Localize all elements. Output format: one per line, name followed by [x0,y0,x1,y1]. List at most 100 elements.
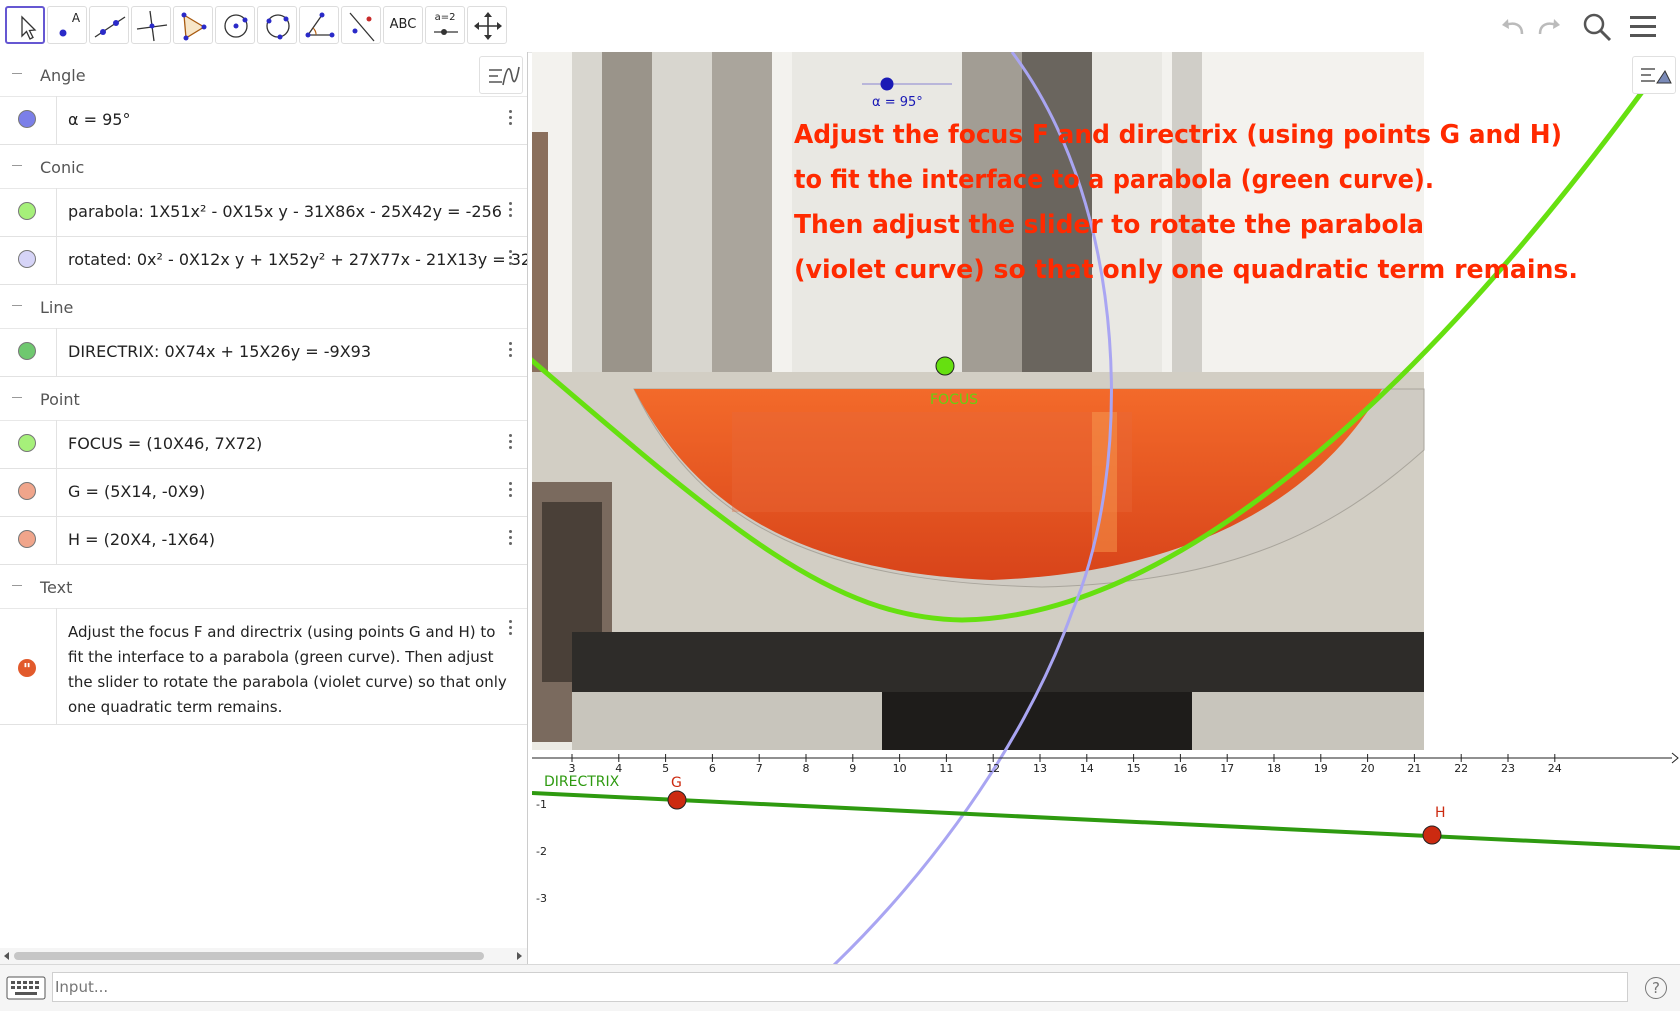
quote-text-icon[interactable]: " [17,658,37,678]
reflect-line-icon [349,12,375,42]
redo-button[interactable] [1532,10,1566,44]
x-axis-tick-label: 23 [1501,762,1515,775]
point-h[interactable] [1422,825,1442,845]
text-tool-button[interactable]: ABC [383,6,423,44]
line-tool-button[interactable] [89,6,129,44]
undo-button[interactable] [1496,10,1530,44]
line-icon [94,16,126,38]
x-axis-tick-label: 22 [1454,762,1468,775]
more-options-icon[interactable] [508,620,514,638]
group-header-conic[interactable]: Conic [0,144,527,189]
point-g[interactable] [667,790,687,810]
visibility-toggle-h[interactable] [18,530,36,548]
group-header-angle[interactable]: Angle [0,52,527,97]
scroll-right-icon[interactable] [515,952,523,960]
visibility-toggle-rotated[interactable] [18,250,36,268]
scroll-left-icon[interactable] [3,952,11,960]
undo-icon [1502,19,1524,35]
visibility-toggle-focus[interactable] [18,434,36,452]
focus-point[interactable] [935,356,955,376]
angle-slider-label: α = 95° [872,95,923,110]
algebra-row-h[interactable]: H = (20X4, -1X64) [0,516,527,565]
circle-center-tool-button[interactable] [215,6,255,44]
text-line: fit the interface to a parabola (green c… [68,648,494,666]
algebra-row-focus[interactable]: FOCUS = (10X46, 7X72) [0,420,527,469]
algebra-horizontal-scrollbar[interactable] [0,948,527,964]
more-options-icon[interactable] [508,482,514,500]
expr-h[interactable]: H = (20X4, -1X64) [68,530,215,549]
graphics-style-bar-button[interactable] [1632,56,1676,94]
x-axis-tick-label: 12 [986,762,1000,775]
input-bar: ? [0,964,1680,1011]
focus-label: FOCUS [930,392,978,408]
input-field[interactable] [52,972,1628,1002]
circle-three-points-tool-button[interactable] [257,6,297,44]
x-axis-tick-label: 9 [849,762,856,775]
group-header-line[interactable]: Line [0,284,527,329]
expr-alpha[interactable]: α = 95° [68,110,130,129]
more-options-icon[interactable] [508,434,514,452]
visibility-toggle-g[interactable] [18,482,36,500]
angle-slider-handle[interactable] [880,77,894,91]
move-tool-button[interactable] [5,6,45,44]
x-axis-tick-label: 5 [662,762,669,775]
x-axis-tick-label: 14 [1080,762,1094,775]
more-options-icon[interactable] [508,202,514,220]
point-h-label: H [1435,805,1446,821]
algebra-row-text[interactable]: " Adjust the focus F and directrix (usin… [0,608,527,725]
more-options-icon[interactable] [508,530,514,548]
more-options-icon[interactable] [508,342,514,360]
main-menu-button[interactable] [1626,10,1660,44]
x-axis-tick-label: 11 [939,762,953,775]
graphics-canvas[interactable]: 3 4 5 6 7 8 9 10 11 12 13 14 15 16 17 18 19 20 21 22 23 24 -1… [532,52,1680,964]
svg-text:": " [23,660,31,678]
instruction-line: to fit the interface to a parabola (gree… [794,165,1434,195]
directrix-label: DIRECTRIX [544,774,620,790]
visibility-toggle-directrix[interactable] [18,342,36,360]
expr-rotated[interactable]: rotated: 0x² - 0X12x y + 1X52y² + 27X77x… [68,250,527,269]
expr-directrix[interactable]: DIRECTRIX: 0X74x + 15X26y = -9X93 [68,342,371,361]
graphics-view[interactable]: 3 4 5 6 7 8 9 10 11 12 13 14 15 16 17 18 19 20 21 22 23 24 -1… [532,52,1680,964]
expr-focus[interactable]: FOCUS = (10X46, 7X72) [68,434,262,453]
algebra-row-alpha[interactable]: α = 95° [0,96,527,145]
group-header-text[interactable]: Text [0,564,527,609]
visibility-toggle-alpha[interactable] [18,110,36,128]
more-options-icon[interactable] [508,110,514,128]
group-label-point: Point [40,390,80,409]
slider-tool-button[interactable]: a=2 [425,6,465,44]
triangle-icon [181,12,207,41]
polygon-tool-button[interactable] [173,6,213,44]
row-marble-column [0,328,57,376]
keyboard-icon[interactable] [6,976,46,1000]
row-marble-column [0,188,57,236]
x-axis-tick-label: 18 [1267,762,1281,775]
scrollbar-thumb[interactable] [14,952,484,960]
search-button[interactable] [1580,10,1614,44]
help-button[interactable]: ? [1645,977,1667,999]
y-axis-tick-label: -1 [536,798,547,811]
algebra-row-parabola[interactable]: parabola: 1X51x² - 0X15x y - 31X86x - 25… [0,188,527,237]
perpendicular-line-tool-button[interactable] [131,6,171,44]
row-marble-column [0,420,57,468]
reflect-tool-button[interactable] [341,6,381,44]
expr-g[interactable]: G = (5X14, -0X9) [68,482,205,501]
algebra-row-g[interactable]: G = (5X14, -0X9) [0,468,527,517]
redo-icon [1538,19,1560,35]
angle-tool-button[interactable] [299,6,339,44]
algebra-view: Angle α = 95° Conic parabola: 1X51x² - 0… [0,52,528,964]
more-options-icon[interactable] [508,250,514,268]
text-line: the slider to rotate the parabola (viole… [68,673,507,691]
algebra-row-directrix[interactable]: DIRECTRIX: 0X74x + 15X26y = -9X93 [0,328,527,377]
expr-parabola[interactable]: parabola: 1X51x² - 0X15x y - 31X86x - 25… [68,202,502,221]
collapse-icon [12,165,22,166]
algebra-row-rotated[interactable]: rotated: 0x² - 0X12x y + 1X52y² + 27X77x… [0,236,527,285]
group-label-angle: Angle [40,66,86,85]
y-axis-tick-label: -3 [536,892,547,905]
text-object-content[interactable]: Adjust the focus F and directrix (using … [68,620,507,720]
group-header-point[interactable]: Point [0,376,527,421]
point-tool-button[interactable]: A [47,6,87,44]
directrix-line[interactable] [532,791,1680,850]
x-axis-tick-label: 13 [1033,762,1047,775]
move-graphics-view-tool-button[interactable] [467,6,507,44]
visibility-toggle-parabola[interactable] [18,202,36,220]
